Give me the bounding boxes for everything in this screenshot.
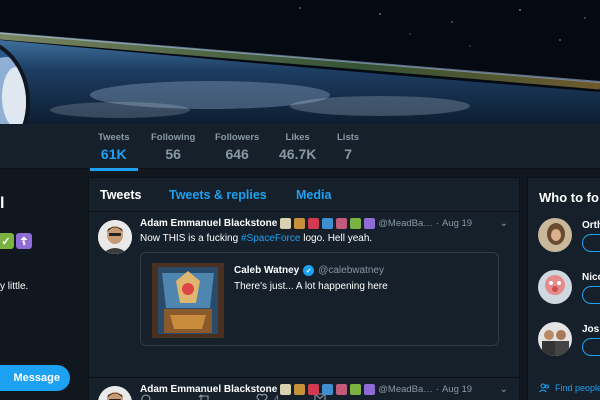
avatar-image xyxy=(538,218,572,252)
profile-bio: y little. xyxy=(0,281,29,292)
hashtag-link[interactable]: #SpaceForce xyxy=(241,233,300,244)
tweet-text-start: Now THIS is a fucking xyxy=(140,233,241,244)
tweet[interactable]: Adam Emmanuel Blackstone @MeadBa… · Aug … xyxy=(89,378,519,400)
tweet-avatar[interactable] xyxy=(98,220,132,254)
timeline-tabs: Tweets Tweets & replies Media xyxy=(89,178,519,212)
rocket-icon xyxy=(336,218,348,229)
find-people-label: Find people xyxy=(555,383,600,393)
train-icon xyxy=(322,384,334,395)
quoted-tweet[interactable]: Caleb Watney ✓ @calebwatney There's just… xyxy=(140,252,499,346)
timeline: Tweets Tweets & replies Media Adam Emman… xyxy=(88,177,520,400)
follow-button[interactable] xyxy=(582,234,600,252)
stat-label: Likes xyxy=(285,132,310,143)
suggestion-avatar[interactable] xyxy=(538,270,572,304)
tweet-text: Now THIS is a fucking #SpaceForce logo. … xyxy=(140,233,372,244)
tweet-date[interactable]: Aug 19 xyxy=(442,384,472,395)
chevron-down-icon[interactable]: ⌄ xyxy=(500,218,508,229)
avatar-image xyxy=(98,220,132,254)
tweet-dot: · xyxy=(435,384,439,395)
stat-value: 46.7K xyxy=(279,146,317,162)
suggestion-name[interactable]: Orth xyxy=(582,220,600,231)
dove-icon xyxy=(280,384,292,395)
gem-icon xyxy=(308,384,320,395)
cross-icon xyxy=(364,384,376,395)
space-force-painting-image xyxy=(152,263,224,338)
tab-tweets[interactable]: Tweets xyxy=(100,188,141,202)
quoted-tweet-text: There's just... A lot happening here xyxy=(234,281,388,292)
emoji-icon: ☦ xyxy=(16,233,32,249)
suggestion-name[interactable]: Jos xyxy=(582,324,599,335)
people-icon xyxy=(539,383,549,393)
quoted-handle: @calebwatney xyxy=(318,265,384,276)
suggestion-name[interactable]: Nico xyxy=(582,272,600,283)
emoji-icon: ✓ xyxy=(0,233,14,249)
suggestion-avatar[interactable] xyxy=(538,322,572,356)
tweet-text-end: logo. Hell yeah. xyxy=(300,233,373,244)
stat-following[interactable]: Following 56 xyxy=(151,132,195,162)
follow-suggestion[interactable]: Orth xyxy=(538,218,600,260)
cross-icon xyxy=(364,218,376,229)
avatar-image xyxy=(98,386,132,400)
suggestion-avatar[interactable] xyxy=(538,218,572,252)
tweet-author[interactable]: Adam Emmanuel Blackstone xyxy=(140,218,277,229)
profile-card: l ✓ ☦ y little. Message xyxy=(0,169,82,400)
stat-value: 646 xyxy=(225,146,249,162)
earth-horizon-image xyxy=(0,0,600,124)
quoted-tweet-header: Caleb Watney ✓ @calebwatney xyxy=(234,265,384,276)
profile-banner xyxy=(0,0,600,124)
profile-page: Tweets 61K Following 56 Followers 646 Li… xyxy=(0,0,600,400)
stat-tweets[interactable]: Tweets 61K xyxy=(90,132,137,171)
stat-value: 7 xyxy=(344,146,352,162)
quoted-author[interactable]: Caleb Watney xyxy=(234,265,299,276)
check-icon xyxy=(350,384,362,395)
dove-icon xyxy=(280,218,292,229)
quoted-tweet-image xyxy=(152,263,224,338)
tweet-avatar[interactable] xyxy=(98,386,132,400)
beer-icon xyxy=(294,218,306,229)
stat-label: Followers xyxy=(215,132,260,143)
stat-value: 56 xyxy=(165,146,181,162)
profile-emoji-row: ✓ ☦ xyxy=(0,233,32,249)
gem-icon xyxy=(308,218,320,229)
follow-button[interactable] xyxy=(582,286,600,304)
stat-label: Tweets xyxy=(98,132,130,143)
stat-label: Following xyxy=(151,132,196,143)
tweet-author[interactable]: Adam Emmanuel Blackstone xyxy=(140,384,277,395)
verified-badge-icon: ✓ xyxy=(303,265,315,276)
tweet-dot: · xyxy=(435,218,439,229)
find-people-link[interactable]: Find people xyxy=(539,383,600,393)
who-to-follow-title: Who to fo xyxy=(539,190,599,205)
stat-label: Lists xyxy=(337,132,360,143)
tweet-handle: @MeadBa… xyxy=(378,218,433,229)
avatar-image xyxy=(538,322,572,356)
beer-icon xyxy=(294,384,306,395)
stat-lists[interactable]: Lists 7 xyxy=(337,132,359,162)
rocket-icon xyxy=(336,384,348,395)
follow-suggestion[interactable]: Jos xyxy=(538,322,600,364)
profile-name: l xyxy=(0,195,5,212)
stat-value: 61K xyxy=(100,146,127,162)
profile-stats-nav: Tweets 61K Following 56 Followers 646 Li… xyxy=(0,124,600,171)
tweet-date[interactable]: Aug 19 xyxy=(442,218,472,229)
avatar-image xyxy=(538,270,572,304)
message-button[interactable]: Message xyxy=(0,365,70,391)
tweet[interactable]: Adam Emmanuel Blackstone @MeadBa… · Aug … xyxy=(89,212,519,400)
follow-suggestion[interactable]: Nico xyxy=(538,270,600,312)
tab-tweets-replies[interactable]: Tweets & replies xyxy=(169,188,267,202)
stat-followers[interactable]: Followers 646 xyxy=(215,132,259,162)
tweet-header: Adam Emmanuel Blackstone @MeadBa… · Aug … xyxy=(140,384,472,395)
tweet-header: Adam Emmanuel Blackstone @MeadBa… · Aug … xyxy=(140,218,472,229)
tab-media[interactable]: Media xyxy=(296,188,331,202)
check-icon xyxy=(350,218,362,229)
tweet-handle: @MeadBa… xyxy=(378,384,433,395)
stat-likes[interactable]: Likes 46.7K xyxy=(279,132,316,162)
who-to-follow-panel: Who to fo Orth xyxy=(527,177,600,400)
follow-button[interactable] xyxy=(582,338,600,356)
chevron-down-icon[interactable]: ⌄ xyxy=(500,384,508,395)
train-icon xyxy=(322,218,334,229)
